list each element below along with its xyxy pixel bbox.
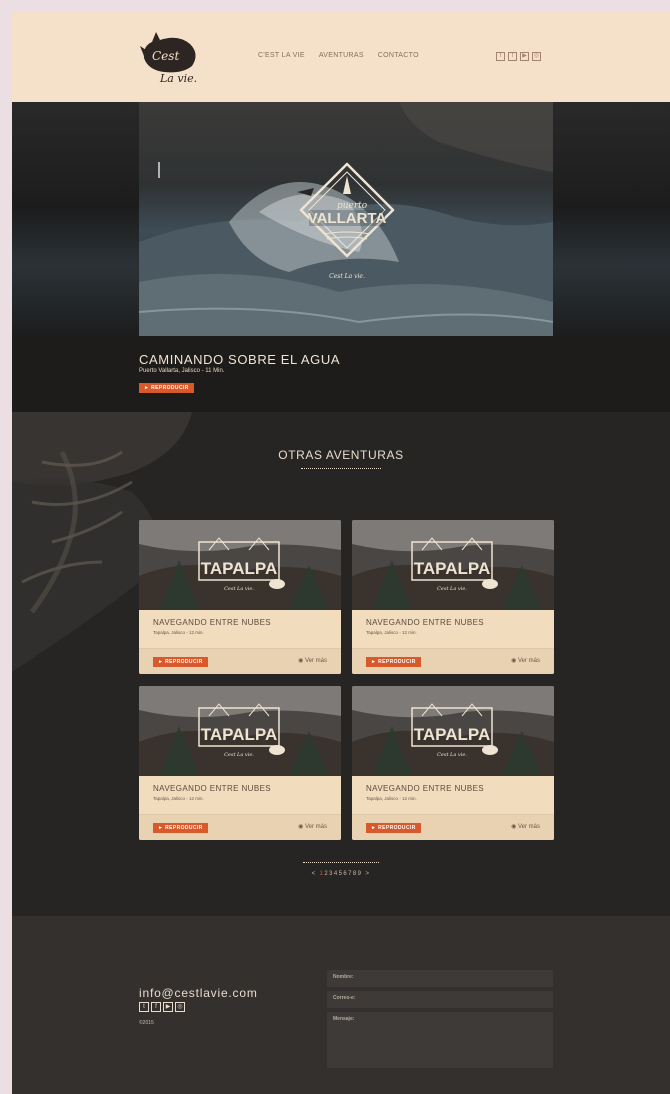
header-social: t f ▶ ◎ [496,52,541,61]
hero-backdrop-left [12,102,139,336]
card-play-button[interactable]: ► REPRODUCIR [366,657,421,667]
eye-icon: ◉ [511,658,518,664]
adventure-card[interactable]: TAPALPA Cest La vie. NAVEGANDO ENTRE NUB… [352,520,554,674]
title-divider [301,468,381,469]
card-thumbnail[interactable]: TAPALPA Cest La vie. [139,686,341,776]
footer-social: t f ▶ ◎ [139,1002,185,1012]
hero-section: puerto VALLARTA Cest La vie. [12,102,670,336]
card-thumbnail[interactable]: TAPALPA Cest La vie. [139,520,341,610]
svg-text:Cest: Cest [152,49,179,63]
svg-text:Cest La vie.: Cest La vie. [437,752,467,758]
nav-contacto[interactable]: CONTACTO [378,52,419,59]
instagram-icon[interactable]: ◎ [532,52,541,61]
eye-icon: ◉ [511,824,518,830]
pager-page[interactable]: 9 [358,871,363,877]
card-footer: ► REPRODUCIR ◉ Ver más [352,648,554,674]
hero-title: CAMINANDO SOBRE EL AGUA [139,352,341,367]
youtube-icon[interactable]: ▶ [520,52,529,61]
card-play-button[interactable]: ► REPRODUCIR [153,657,208,667]
copyright: ©2015 [139,1020,154,1026]
card-subtitle: Tapalpa, Jalisco - 12 min. [153,630,204,635]
svg-text:TAPALPA: TAPALPA [201,725,278,744]
svg-text:VALLARTA: VALLARTA [308,210,387,227]
card-play-button[interactable]: ► REPRODUCIR [153,823,208,833]
page: Cest La vie. C'EST LA VIE AVENTURAS CONT… [12,12,670,1094]
ver-mas-link[interactable]: ◉ Ver más [298,657,327,664]
email-field[interactable]: Correo-e: [327,991,553,1008]
eye-icon: ◉ [298,658,305,664]
card-footer: ► REPRODUCIR ◉ Ver más [352,814,554,840]
card-title: NAVEGANDO ENTRE NUBES [366,784,485,793]
svg-text:TAPALPA: TAPALPA [414,559,491,578]
twitter-icon[interactable]: t [139,1002,149,1012]
adventure-card[interactable]: TAPALPA Cest La vie. NAVEGANDO ENTRE NUB… [139,686,341,840]
hero-backdrop-right [543,102,670,336]
card-title: NAVEGANDO ENTRE NUBES [153,784,272,793]
card-title: NAVEGANDO ENTRE NUBES [366,618,485,627]
card-footer: ► REPRODUCIR ◉ Ver más [139,814,341,840]
pager-prev[interactable]: < [312,871,317,877]
adventure-card[interactable]: TAPALPA Cest La vie. NAVEGANDO ENTRE NUB… [139,520,341,674]
nav-cest-la-vie[interactable]: C'EST LA VIE [258,52,305,59]
card-play-button[interactable]: ► REPRODUCIR [366,823,421,833]
hero-info: CAMINANDO SOBRE EL AGUA Puerto Vallarta,… [12,336,670,412]
contact-email[interactable]: info@cestlavie.com [139,986,258,1000]
hero-video-player[interactable]: puerto VALLARTA Cest La vie. [139,102,553,336]
card-subtitle: Tapalpa, Jalisco - 12 min. [153,796,204,801]
eye-icon: ◉ [298,824,305,830]
svg-text:Cest La vie.: Cest La vie. [224,586,254,592]
pagination: < 123456789 > [12,871,670,877]
card-subtitle: Tapalpa, Jalisco - 12 min. [366,630,417,635]
card-title: NAVEGANDO ENTRE NUBES [153,618,272,627]
cest-la-vie-logo[interactable]: Cest La vie. [138,28,202,86]
svg-text:La vie.: La vie. [159,72,197,85]
svg-text:Cest La vie.: Cest La vie. [224,752,254,758]
facebook-icon[interactable]: f [151,1002,161,1012]
message-field[interactable]: Mensaje: [327,1012,553,1068]
ver-mas-link[interactable]: ◉ Ver más [511,823,540,830]
svg-text:Cest La vie.: Cest La vie. [437,586,467,592]
svg-text:Cest La vie.: Cest La vie. [329,273,365,280]
nav-aventuras[interactable]: AVENTURAS [319,52,364,59]
hero-play-button[interactable]: ► REPRODUCIR [139,383,194,393]
site-header: Cest La vie. C'EST LA VIE AVENTURAS CONT… [12,12,670,102]
instagram-icon[interactable]: ◎ [175,1002,185,1012]
facebook-icon[interactable]: f [508,52,517,61]
card-thumbnail[interactable]: TAPALPA Cest La vie. [352,520,554,610]
card-thumbnail[interactable]: TAPALPA Cest La vie. [352,686,554,776]
youtube-icon[interactable]: ▶ [163,1002,173,1012]
adventure-card[interactable]: TAPALPA Cest La vie. NAVEGANDO ENTRE NUB… [352,686,554,840]
svg-text:TAPALPA: TAPALPA [414,725,491,744]
site-footer: info@cestlavie.com t f ▶ ◎ ©2015 Nombre:… [12,916,670,1094]
ver-mas-link[interactable]: ◉ Ver más [511,657,540,664]
section-title: OTRAS AVENTURAS [278,448,404,462]
card-footer: ► REPRODUCIR ◉ Ver más [139,648,341,674]
svg-text:TAPALPA: TAPALPA [201,559,278,578]
twitter-icon[interactable]: t [496,52,505,61]
card-subtitle: Tapalpa, Jalisco - 12 min. [366,796,417,801]
main-nav: C'EST LA VIE AVENTURAS CONTACTO [258,52,419,59]
otras-aventuras-section: OTRAS AVENTURAS TAPALPA Cest La vie. NAV… [12,412,670,916]
ver-mas-link[interactable]: ◉ Ver más [298,823,327,830]
name-field[interactable]: Nombre: [327,970,553,987]
pager-next[interactable]: > [365,871,370,877]
pager-divider [303,862,379,863]
hero-subtitle: Puerto Vallarta, Jalisco - 11 Min. [139,368,225,374]
